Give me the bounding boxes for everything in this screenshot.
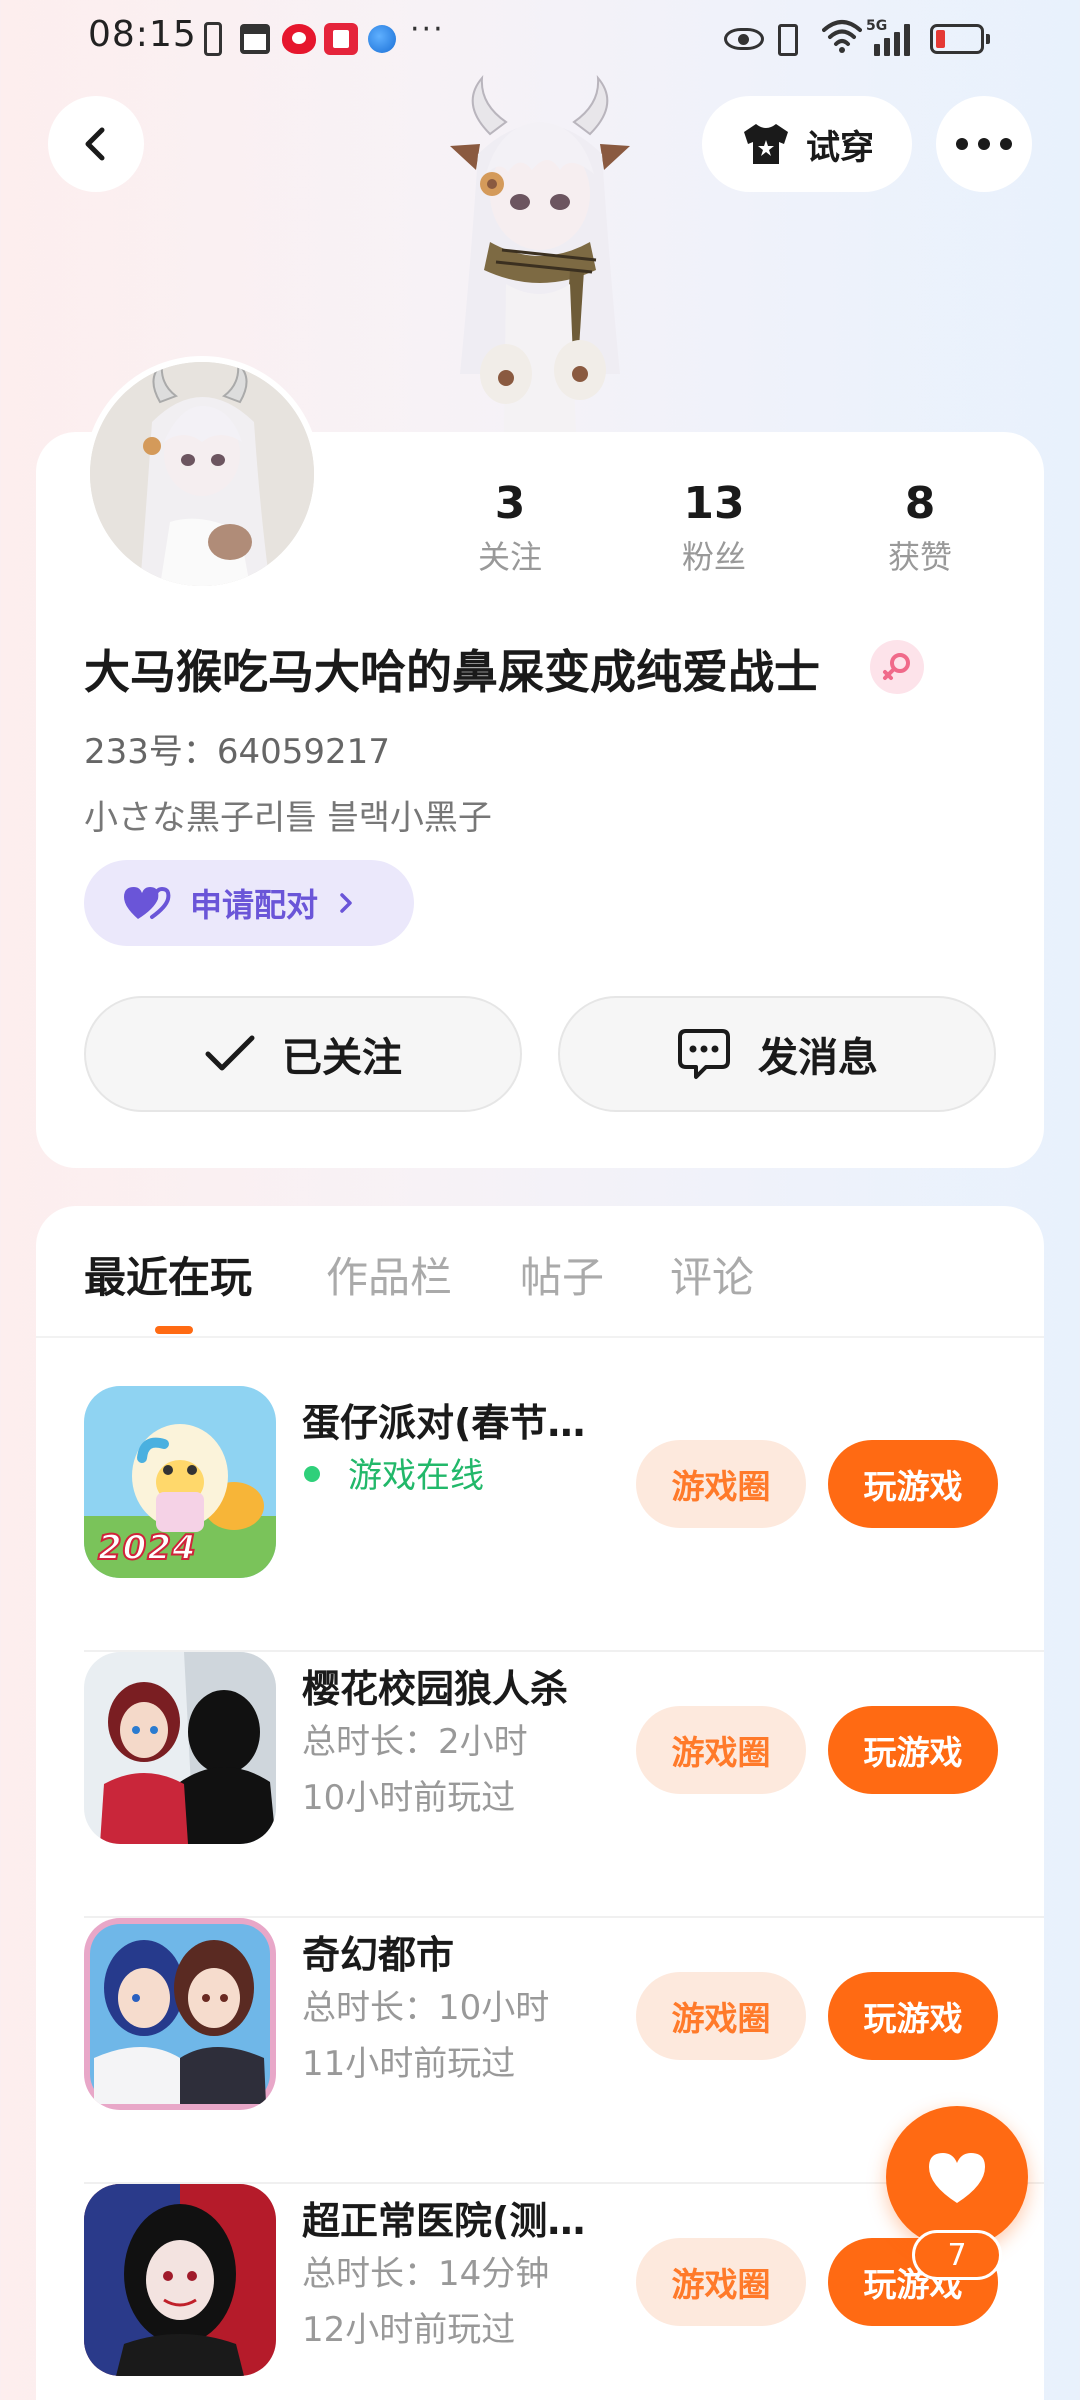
game-last-played: 11小时前玩过 [302, 2044, 516, 2084]
active-tab-indicator [155, 1326, 193, 1334]
avatar-3d-character[interactable] [420, 74, 660, 432]
more-notifications-indicator: ··· [410, 12, 445, 47]
tshirt-icon [744, 124, 788, 164]
user-id: 233号：64059217 [84, 732, 390, 772]
game-last-played: 12小时前玩过 [302, 2310, 516, 2350]
eye-icon [724, 28, 764, 50]
vibrate-icon [778, 24, 798, 56]
more-button[interactable] [936, 96, 1032, 192]
request-pair-button[interactable]: 申请配对 [84, 860, 414, 946]
game-thumb-caption: 2024 [97, 1527, 197, 1569]
game-online-status: 游戏在线 [348, 1456, 484, 1496]
tab-posts[interactable]: 帖子 [520, 1244, 604, 1305]
game-duration: 总时长：10小时 [302, 1988, 550, 2028]
stat-likes[interactable]: 8 获赞 [830, 476, 1010, 582]
username: 大马猴吃马大哈的鼻屎变成纯爱战士 [84, 645, 820, 699]
send-message-button[interactable]: 发消息 [558, 996, 996, 1112]
followed-button[interactable]: 已关注 [84, 996, 522, 1112]
followed-label: 已关注 [282, 1035, 402, 1081]
more-dots-icon [956, 138, 1012, 150]
browser-icon [368, 25, 396, 53]
tabs-divider [36, 1336, 1044, 1338]
game-row[interactable]: 2024 蛋仔派对(春节… 游戏在线 游戏圈 玩游戏 [84, 1386, 1044, 1652]
game-thumbnail[interactable] [84, 2184, 276, 2376]
stat-fans-label: 粉丝 [681, 538, 746, 576]
game-duration: 总时长：2小时 [302, 1722, 528, 1762]
game-thumbnail[interactable] [84, 1918, 276, 2110]
game-title: 超正常医院(测… [302, 2199, 586, 2243]
play-game-button[interactable]: 玩游戏 [828, 1440, 998, 1528]
stat-fans[interactable]: 13 粉丝 [624, 476, 804, 582]
game-thumbnail[interactable] [84, 1652, 276, 1844]
chat-bubble-icon [678, 1029, 730, 1079]
tab-recently-played[interactable]: 最近在玩 [84, 1244, 252, 1305]
user-bio: 小さな黒子리틀 블랙小黑子 [84, 798, 492, 838]
book-icon [324, 23, 358, 55]
send-message-label: 发消息 [758, 1035, 878, 1081]
status-bar: 08:15 ··· 5G [0, 0, 1080, 80]
game-circle-button[interactable]: 游戏圈 [636, 1440, 806, 1528]
stat-likes-label: 获赞 [887, 538, 952, 576]
request-pair-label: 申请配对 [190, 886, 319, 924]
like-button[interactable] [886, 2106, 1028, 2248]
try-on-button[interactable]: 试穿 [702, 96, 912, 192]
network-type: 5G [866, 18, 888, 34]
avatar-image [90, 362, 314, 586]
weibo-icon [282, 24, 316, 54]
checkmark-icon [205, 1035, 255, 1071]
back-button[interactable] [48, 96, 144, 192]
game-row[interactable]: 樱花校园狼人杀 总时长：2小时 10小时前玩过 游戏圈 玩游戏 [84, 1652, 1044, 1918]
game-circle-button[interactable]: 游戏圈 [636, 2238, 806, 2326]
game-circle-button[interactable]: 游戏圈 [636, 1972, 806, 2060]
stat-likes-count: 8 [904, 478, 936, 529]
game-title: 蛋仔派对(春节… [302, 1401, 586, 1445]
stat-following-label: 关注 [477, 538, 542, 576]
phone-icon [204, 22, 222, 56]
double-heart-icon [124, 886, 171, 919]
game-title: 樱花校园狼人杀 [302, 1667, 569, 1711]
game-thumbnail[interactable]: 2024 [84, 1386, 276, 1578]
wifi-icon [822, 20, 862, 53]
game-title: 奇幻都市 [302, 1933, 455, 1977]
status-time: 08:15 [88, 14, 197, 55]
stat-fans-count: 13 [683, 478, 745, 529]
stat-following[interactable]: 3 关注 [420, 476, 600, 582]
chevron-left-icon [85, 127, 105, 161]
chevron-right-icon [340, 893, 352, 913]
tab-comments[interactable]: 评论 [670, 1244, 754, 1305]
online-status-dot [304, 1466, 320, 1482]
play-game-button[interactable]: 玩游戏 [828, 1972, 998, 2060]
tab-works[interactable]: 作品栏 [326, 1244, 452, 1305]
play-game-button[interactable]: 玩游戏 [828, 1706, 998, 1794]
like-count-badge: 7 [912, 2230, 1002, 2280]
game-circle-button[interactable]: 游戏圈 [636, 1706, 806, 1794]
calendar-icon [240, 24, 270, 54]
battery-icon [930, 24, 990, 54]
game-duration: 总时长：14分钟 [302, 2254, 550, 2294]
profile-stats: 3 关注 13 粉丝 8 获赞 [420, 476, 1040, 586]
female-gender-icon [870, 640, 924, 694]
try-on-label: 试穿 [806, 127, 874, 168]
stat-following-count: 3 [494, 478, 526, 529]
heart-icon [929, 2153, 985, 2203]
avatar[interactable] [84, 356, 320, 592]
game-last-played: 10小时前玩过 [302, 1778, 516, 1818]
